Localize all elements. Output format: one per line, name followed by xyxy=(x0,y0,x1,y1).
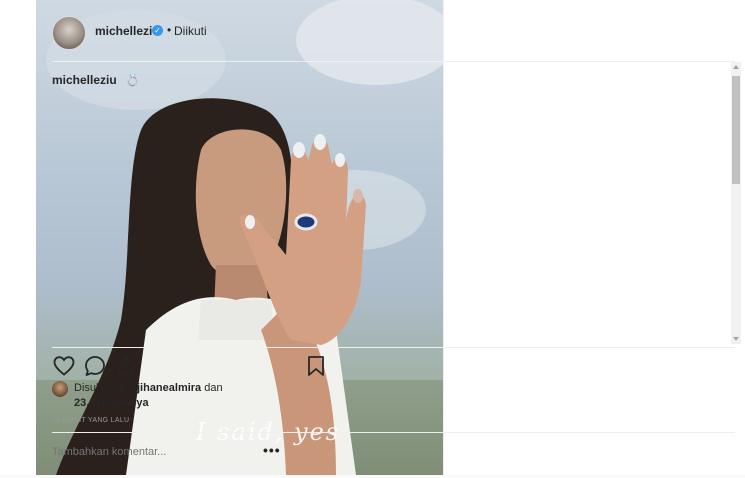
likes-connector: dan xyxy=(201,382,223,394)
comment-icon[interactable] xyxy=(83,354,107,378)
likes-summary: Disukai oleh jihanealmira dan 23,615 lai… xyxy=(52,381,727,411)
add-comment-input[interactable] xyxy=(52,446,252,458)
bookmark-icon[interactable] xyxy=(304,354,328,378)
caption-username[interactable]: michelleziu xyxy=(52,73,117,87)
author-avatar[interactable] xyxy=(52,16,86,50)
liker-username[interactable]: jihanealmira xyxy=(137,382,201,394)
share-icon[interactable] xyxy=(114,354,138,378)
post-modal: I said, yes michelleziu ✓ • Diikuti mich… xyxy=(0,0,745,478)
verified-badge-icon: ✓ xyxy=(152,25,163,36)
scroll-up-arrow-icon[interactable] xyxy=(733,65,739,69)
header-divider xyxy=(52,61,735,62)
follow-status-button[interactable]: Diikuti xyxy=(174,24,207,38)
comment-divider xyxy=(52,432,735,433)
scroll-thumb[interactable] xyxy=(732,76,740,184)
header-separator: • xyxy=(167,23,172,37)
liker-avatar[interactable] xyxy=(52,381,68,397)
heart-icon[interactable] xyxy=(52,354,76,378)
more-options-icon[interactable]: ••• xyxy=(263,442,281,458)
post-timestamp[interactable]: 15 MENIT YANG LALU xyxy=(52,417,129,424)
likes-count-link[interactable]: 23,615 lainnya xyxy=(74,397,149,409)
comments-list: michelleziu 💍 xyxy=(52,71,727,341)
likes-prefix: Disukai oleh xyxy=(74,382,137,394)
likes-text: Disukai oleh jihanealmira dan 23,615 lai… xyxy=(74,381,254,411)
scroll-down-arrow-icon[interactable] xyxy=(733,337,739,341)
caption-text: 💍 xyxy=(125,73,141,87)
actions-divider xyxy=(52,347,735,348)
comments-scrollbar[interactable] xyxy=(731,62,741,344)
post-actions xyxy=(52,354,727,378)
author-username[interactable]: michelleziu xyxy=(95,24,160,38)
